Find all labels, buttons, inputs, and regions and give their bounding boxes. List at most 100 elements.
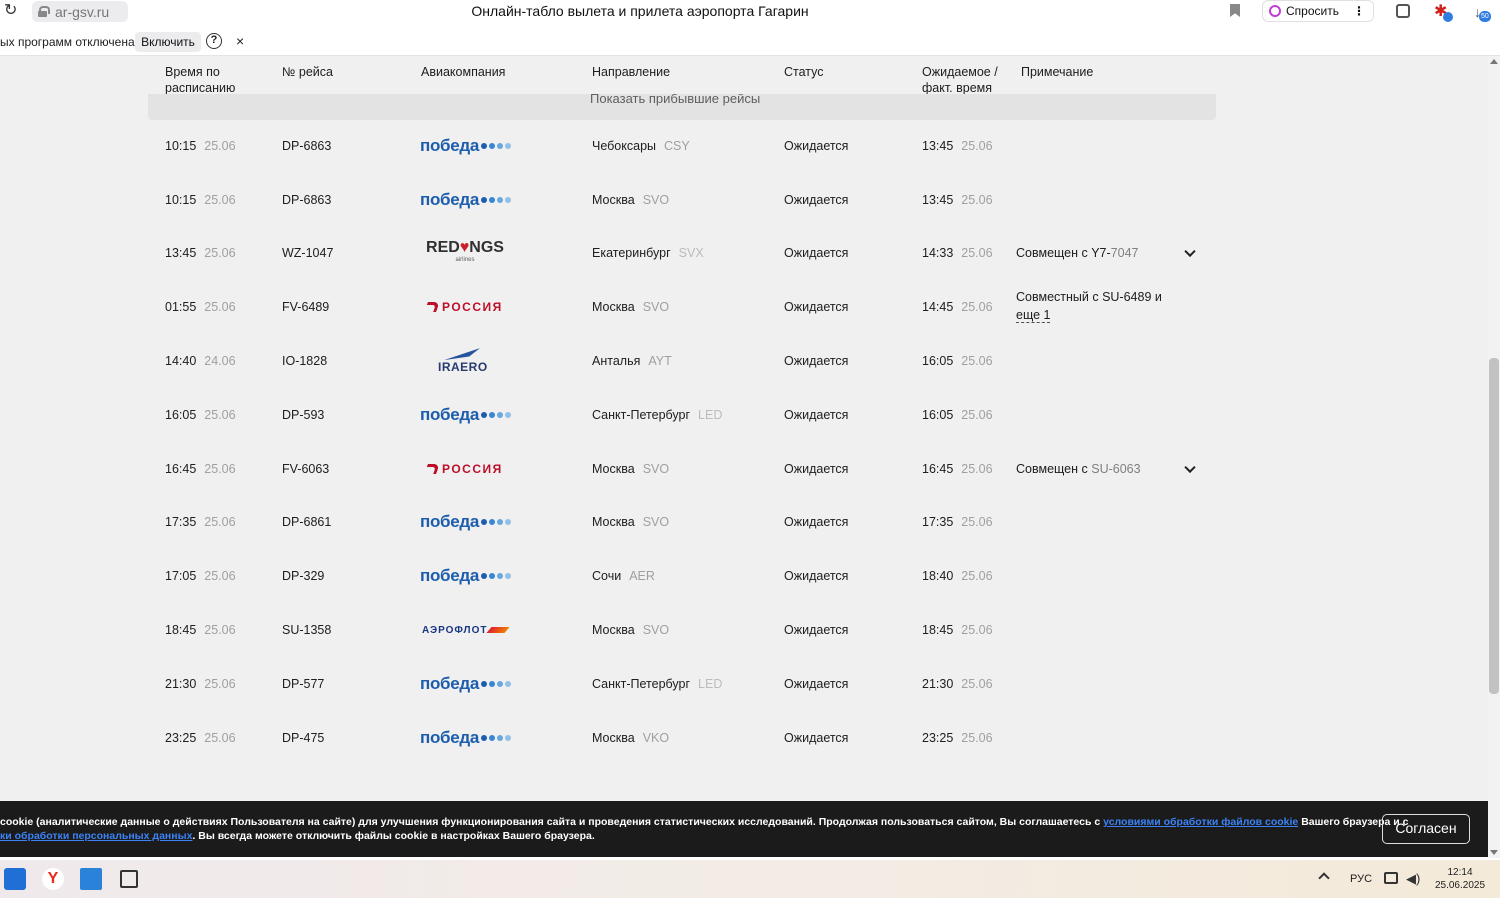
pobeda-logo: победа bbox=[420, 509, 520, 535]
expected-date: 25.06 bbox=[961, 407, 993, 422]
flight-row[interactable]: 14:40 24.06 IO-1828 IRAERO Анталья AYT Ожидает… bbox=[0, 334, 1488, 388]
direction-code: CSY bbox=[664, 138, 690, 153]
flight-row[interactable]: 16:45 25.06 FV-6063 РОССИЯ Москва SVO Ожидаетс… bbox=[0, 442, 1488, 496]
expected-date: 25.06 bbox=[961, 515, 993, 530]
direction-city: Екатеринбург bbox=[592, 246, 671, 261]
note-more-link[interactable]: еще 1 bbox=[1016, 308, 1051, 324]
info-text: ых программ отключена bbox=[0, 35, 135, 49]
flight-status: Ожидается bbox=[784, 192, 849, 207]
logo-dot bbox=[497, 142, 504, 149]
address-bar[interactable]: ar-gsv.ru bbox=[32, 1, 128, 22]
pobeda-logo-text: победа bbox=[420, 189, 480, 209]
flight-row[interactable]: 18:45 25.06 SU-1358 АЭРОФЛОТ Москва SVO Ожидае… bbox=[0, 603, 1488, 657]
ask-button[interactable]: Спросить ⋮ bbox=[1262, 0, 1374, 22]
expected-time: 17:35 25.06 bbox=[922, 515, 993, 529]
flight-row[interactable]: 01:55 25.06 FV-6489 РОССИЯ Москва SVO Ожидаетс… bbox=[0, 280, 1488, 334]
start-icon[interactable] bbox=[4, 868, 26, 890]
show-arrived-label: Показать прибывшие рейсы bbox=[590, 94, 761, 106]
flight-number: DP-6863 bbox=[282, 192, 332, 207]
direction-code: VKO bbox=[642, 730, 670, 745]
scheduled-date: 25.06 bbox=[204, 730, 236, 745]
clock[interactable]: 12:14 25.06.2025 bbox=[1434, 866, 1486, 892]
flight-row[interactable]: 13:45 25.06 WZ-1047 RED♥NGS airlines Екатерин… bbox=[0, 227, 1488, 281]
header-scheduled-line1: Время по bbox=[165, 65, 220, 79]
reload-icon[interactable]: ↻ bbox=[4, 2, 22, 20]
cookie-policy-link[interactable]: условиями обработки файлов cookie bbox=[1103, 816, 1298, 828]
flight-status: Ожидается bbox=[784, 569, 849, 584]
expected-time: 21:30 25.06 bbox=[922, 677, 993, 691]
scheduled-time-value: 16:45 bbox=[165, 461, 197, 476]
scroll-up-icon[interactable] bbox=[1490, 59, 1498, 64]
flight-number: DP-593 bbox=[282, 407, 325, 422]
logo-dot bbox=[481, 196, 488, 203]
expected-date: 25.06 bbox=[961, 300, 993, 315]
volume-icon[interactable]: ◀) bbox=[1406, 871, 1420, 887]
agree-button[interactable]: Согласен bbox=[1382, 814, 1470, 844]
logo-dot bbox=[489, 196, 496, 203]
snipping-tool-icon[interactable] bbox=[120, 870, 138, 888]
direction: Чебоксары CSY bbox=[592, 139, 690, 153]
clock-date: 25.06.2025 bbox=[1434, 880, 1486, 891]
close-icon[interactable]: × bbox=[236, 33, 244, 49]
logo-dot bbox=[505, 196, 512, 203]
note-code: SU-6063 bbox=[1091, 461, 1141, 476]
help-icon[interactable]: ? bbox=[206, 33, 222, 49]
flight-row[interactable]: 17:05 25.06 DP-329 победа Сочи AER Ожидается 18… bbox=[0, 549, 1488, 603]
flight-status: Ожидается bbox=[784, 515, 849, 530]
flight-row[interactable]: 10:15 25.06 DP-6863 победа Чебоксары CSY Ожида… bbox=[0, 119, 1488, 173]
scroll-down-icon[interactable] bbox=[1490, 850, 1498, 855]
logo-dot bbox=[481, 142, 488, 149]
logo-dot bbox=[489, 680, 496, 687]
show-arrived-button[interactable]: Показать прибывшие рейсы bbox=[148, 94, 1216, 120]
expected-date: 25.06 bbox=[961, 569, 993, 584]
logo-dot bbox=[481, 680, 488, 687]
privacy-policy-link[interactable]: ки обработки персональных данных bbox=[0, 830, 192, 842]
direction-code: SVO bbox=[642, 515, 670, 530]
flight-note: Совмещен с Y7-7047 bbox=[1016, 244, 1138, 262]
direction: Москва SVO bbox=[592, 515, 669, 529]
direction: Санкт-Петербург LED bbox=[592, 408, 722, 422]
expected-date: 25.06 bbox=[961, 192, 993, 207]
pobeda-logo-text: победа bbox=[420, 727, 480, 747]
yandex-browser-icon[interactable]: Y bbox=[42, 868, 64, 890]
redwings-logo-sub: airlines bbox=[455, 257, 475, 264]
logo-dot bbox=[481, 573, 488, 580]
direction: Москва VKO bbox=[592, 731, 669, 745]
flight-row[interactable]: 10:15 25.06 DP-6863 победа Москва SVO Ожидаетс… bbox=[0, 173, 1488, 227]
chevron-down-icon[interactable] bbox=[1184, 246, 1196, 258]
direction-city: Москва bbox=[592, 461, 635, 476]
flight-row[interactable]: 21:30 25.06 DP-577 победа Санкт-Петербург LED… bbox=[0, 657, 1488, 711]
direction-code: SVX bbox=[678, 246, 704, 261]
scrollbar-thumb[interactable] bbox=[1489, 358, 1499, 694]
aeroflot-logo: АЭРОФЛОТ bbox=[422, 617, 522, 643]
flight-status: Ожидается bbox=[784, 246, 849, 261]
language-indicator[interactable]: РУС bbox=[1350, 873, 1372, 885]
flight-row[interactable]: 17:35 25.06 DP-6861 победа Москва SVO Ожидаетс… bbox=[0, 496, 1488, 550]
logo-dot bbox=[489, 142, 496, 149]
expected-time-value: 16:45 bbox=[922, 461, 954, 476]
notepad-icon[interactable] bbox=[80, 868, 102, 890]
flight-row[interactable]: 16:05 25.06 DP-593 победа Санкт-Петербург LED… bbox=[0, 388, 1488, 442]
note-text: Совмещен с Y7- bbox=[1016, 246, 1111, 261]
logo-dot bbox=[481, 519, 488, 526]
logo-dot bbox=[497, 573, 504, 580]
network-icon[interactable] bbox=[1384, 872, 1398, 884]
chevron-down-icon[interactable] bbox=[1184, 461, 1196, 473]
pobeda-logo-text: победа bbox=[420, 566, 480, 586]
logo-dot bbox=[489, 411, 496, 418]
more-icon[interactable]: ⋮ bbox=[1353, 4, 1365, 18]
ask-label: Спросить bbox=[1286, 4, 1339, 18]
tabs-icon[interactable] bbox=[1396, 4, 1410, 18]
enable-button[interactable]: Включить bbox=[135, 32, 201, 52]
flight-row[interactable]: 23:25 25.06 DP-475 победа Москва VKO Ожидается… bbox=[0, 711, 1488, 765]
direction-code: SVO bbox=[642, 192, 670, 207]
bookmark-icon[interactable] bbox=[1230, 4, 1240, 17]
expected-time-value: 13:45 bbox=[922, 192, 954, 207]
cookie-line-1: cookie (аналитические данные о действиях… bbox=[0, 815, 1409, 829]
scrollbar[interactable] bbox=[1488, 56, 1500, 858]
expected-time: 14:33 25.06 bbox=[922, 246, 993, 260]
page-title: Онлайн-табло вылета и прилета аэропорта … bbox=[471, 3, 809, 19]
expected-time-value: 17:35 bbox=[922, 515, 954, 530]
scheduled-date: 25.06 bbox=[204, 407, 236, 422]
tray-overflow-icon[interactable] bbox=[1318, 872, 1330, 884]
